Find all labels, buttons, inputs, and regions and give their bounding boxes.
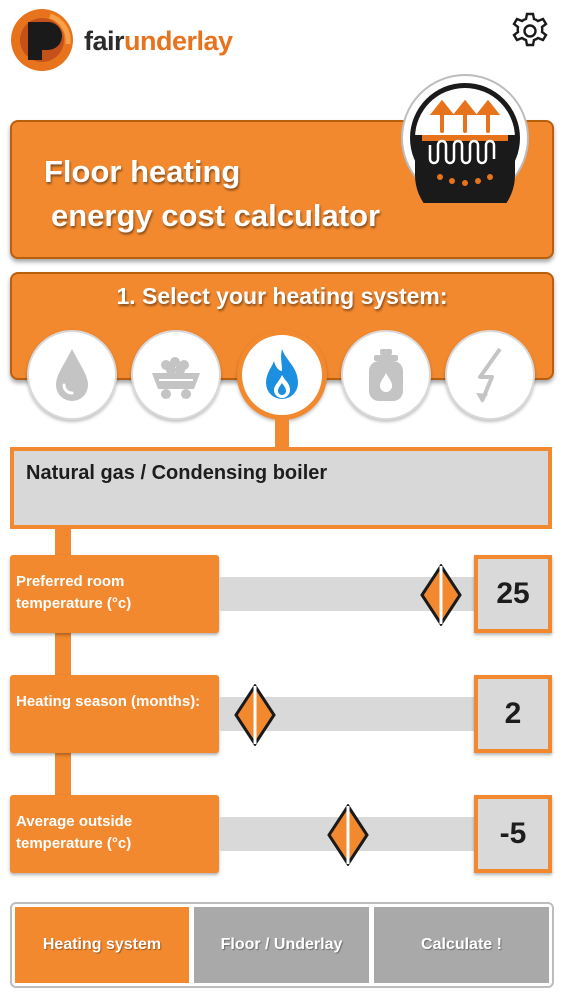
outside-temperature-thumb[interactable]	[327, 804, 369, 866]
title-line-2: energy cost calculator	[51, 198, 381, 233]
tab-calculate[interactable]: Calculate !	[374, 907, 549, 983]
selected-system-label: Natural gas / Condensing boiler	[26, 462, 328, 484]
heating-option-lpg[interactable]	[341, 330, 431, 420]
heating-option-oil[interactable]	[27, 330, 117, 420]
heating-option-coal[interactable]	[131, 330, 221, 420]
brand-name: fairunderlay	[84, 26, 233, 57]
heating-season-label: Heating season (months):	[10, 675, 219, 753]
floor-heating-badge-icon	[401, 74, 529, 203]
tab-floor-underlay[interactable]: Floor / Underlay	[194, 907, 369, 983]
outside-temperature-label: Average outside temperature (°c)	[10, 795, 219, 873]
electricity-bolt-icon	[476, 347, 502, 403]
heating-option-electric[interactable]	[445, 330, 535, 420]
tab-heating-system[interactable]: Heating system	[15, 907, 189, 983]
oil-drop-icon	[56, 349, 88, 401]
heating-season-thumb[interactable]	[234, 684, 276, 746]
brand-suffix: underlay	[124, 26, 233, 56]
selected-system-box	[10, 447, 552, 529]
heating-season-value-box: 2	[474, 675, 552, 753]
room-temperature-value: 25	[478, 559, 548, 629]
title-line-1: Floor heating	[44, 154, 241, 189]
room-temperature-thumb[interactable]	[420, 564, 462, 626]
brand-prefix: fair	[84, 26, 125, 56]
gas-cylinder-icon	[369, 349, 403, 401]
coal-cart-icon	[152, 357, 200, 399]
room-temperature-value-box: 25	[474, 555, 552, 633]
heating-option-gas[interactable]	[237, 330, 327, 420]
page-title: Floor heating energy cost calculator	[44, 150, 404, 238]
gear-icon[interactable]	[510, 11, 550, 51]
heating-season-value: 2	[478, 679, 548, 749]
outside-temperature-value: -5	[478, 799, 548, 869]
selection-connector	[275, 418, 289, 450]
heating-system-heading: 1. Select your heating system:	[116, 283, 448, 309]
room-temperature-label: Preferred room temperature (°c)	[10, 555, 219, 633]
fairunderlay-logo-icon	[11, 9, 73, 71]
outside-temperature-value-box: -5	[474, 795, 552, 873]
gas-flame-icon	[266, 349, 298, 399]
